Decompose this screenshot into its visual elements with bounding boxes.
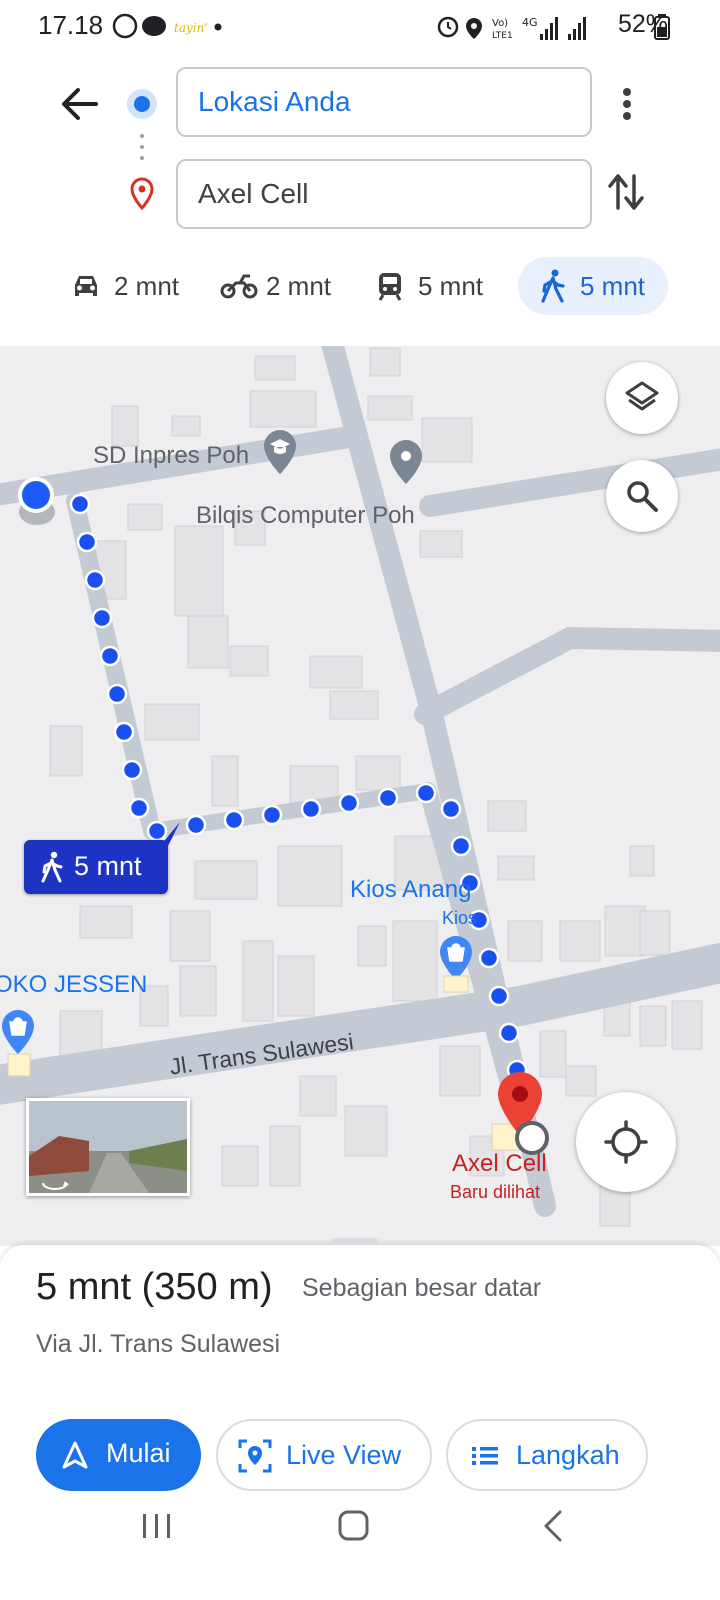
svg-text:tayin': tayin' — [174, 21, 208, 35]
svg-text:Vo): Vo) — [492, 18, 508, 29]
recent-apps-icon[interactable] — [140, 1510, 174, 1544]
route-connector-dots — [140, 134, 144, 160]
map-search-button[interactable] — [606, 460, 678, 532]
car-duration: 2 mnt — [114, 271, 180, 301]
motorcycle-duration: 2 mnt — [266, 271, 332, 301]
svg-text:LTE1: LTE1 — [492, 31, 513, 41]
travel-mode-car[interactable]: 2 mnt — [70, 257, 190, 315]
duration-text: 5 mnt — [36, 1266, 132, 1308]
route-duration-badge[interactable]: 5 mnt — [24, 840, 168, 894]
travel-mode-walk[interactable]: 5 mnt — [518, 257, 668, 315]
train-icon — [378, 273, 402, 301]
battery-icon — [654, 14, 670, 40]
street-view-thumbnail[interactable] — [26, 1098, 190, 1196]
map-label-school: SD Inpres Poh — [93, 442, 250, 469]
origin-dot-icon — [127, 89, 157, 119]
route-summary-duration: 5 mnt (350 m) — [36, 1266, 273, 1309]
status-time: 17.18 — [38, 10, 104, 40]
walk-badge-icon — [41, 851, 63, 883]
layers-button[interactable] — [606, 362, 678, 434]
distance-text: (350 m) — [141, 1266, 273, 1308]
svg-text:4G: 4G — [522, 16, 538, 29]
live-view-icon — [238, 1439, 272, 1473]
motorcycle-icon — [220, 274, 258, 299]
recenter-button[interactable] — [576, 1092, 676, 1192]
system-status-icons: Vo) LTE1 4G — [437, 16, 586, 41]
layers-icon — [625, 381, 659, 411]
walk-icon — [541, 269, 565, 303]
back-nav-icon[interactable] — [540, 1508, 566, 1544]
notification-icons: tayin' — [112, 13, 222, 39]
more-options-icon[interactable] — [612, 82, 642, 126]
car-icon — [75, 276, 97, 296]
kios-shop-marker-icon[interactable] — [438, 934, 474, 994]
map-label-destination: Axel Cell — [452, 1150, 547, 1177]
map-label-destination-note: Baru dilihat — [450, 1182, 541, 1202]
map-label-toko: OKO JESSEN — [0, 971, 148, 998]
live-view-button-label: Live View — [286, 1440, 402, 1470]
map-label-computer-shop: Bilqis Computer Poh — [196, 502, 415, 529]
swap-directions-icon[interactable] — [606, 170, 646, 214]
badge-pointer — [160, 822, 180, 846]
route-duration-label: 5 mnt — [74, 851, 142, 881]
place-marker-icon[interactable] — [388, 438, 424, 488]
back-arrow-icon[interactable] — [58, 84, 102, 124]
destination-marker-icon[interactable] — [488, 1070, 558, 1160]
search-icon — [627, 481, 658, 512]
travel-mode-transit[interactable]: 5 mnt — [376, 257, 500, 315]
list-icon — [472, 1447, 498, 1465]
travel-mode-motorcycle[interactable]: 2 mnt — [220, 257, 344, 315]
start-button[interactable]: Mulai — [36, 1419, 201, 1491]
toko-shop-marker-icon[interactable] — [0, 1008, 36, 1078]
map-label-kios-category: Kios — [442, 908, 478, 928]
school-marker-icon[interactable] — [262, 428, 298, 478]
current-location-icon[interactable] — [14, 474, 64, 530]
terrain-text: Sebagian besar datar — [302, 1274, 542, 1302]
status-bar: 17.18 tayin' Vo) LTE1 4G 52% — [0, 0, 720, 56]
home-icon[interactable] — [336, 1508, 372, 1544]
live-view-button[interactable]: Live View — [216, 1419, 432, 1491]
destination-input[interactable]: Axel Cell — [176, 159, 592, 229]
via-text: Via Jl. Trans Sulawesi — [36, 1330, 281, 1358]
origin-input[interactable]: Lokasi Anda — [176, 67, 592, 137]
navigation-arrow-icon — [62, 1441, 88, 1469]
walk-duration: 5 mnt — [580, 271, 646, 301]
map-view[interactable]: SD Inpres Poh Bilqis Computer Poh Kios A… — [0, 346, 720, 1246]
sheet-drag-handle[interactable] — [332, 1238, 378, 1244]
start-button-label: Mulai — [106, 1438, 171, 1468]
transit-duration: 5 mnt — [418, 271, 484, 301]
destination-pin-icon — [130, 177, 154, 211]
map-label-kios: Kios Anang — [350, 876, 472, 903]
steps-button[interactable]: Langkah — [446, 1419, 648, 1491]
street-view-image — [29, 1101, 187, 1193]
steps-button-label: Langkah — [516, 1440, 620, 1470]
my-location-icon — [604, 1120, 648, 1164]
